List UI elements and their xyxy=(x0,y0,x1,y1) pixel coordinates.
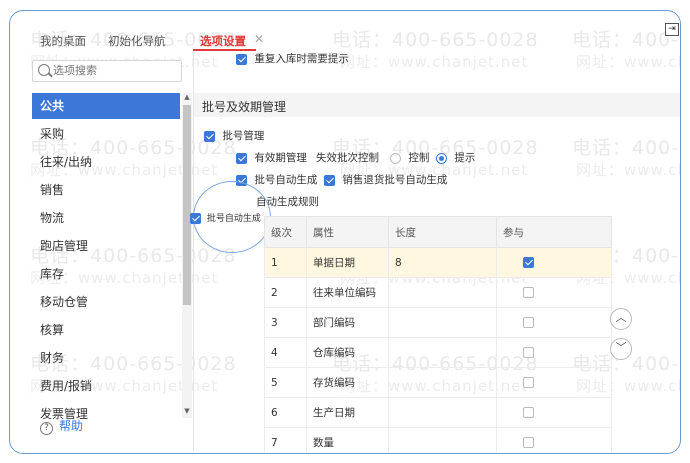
cell-attr: 单据日期 xyxy=(306,247,389,278)
cell-level: 3 xyxy=(264,307,307,338)
cell-level: 5 xyxy=(264,367,307,398)
participate-checkbox[interactable] xyxy=(523,257,534,268)
participate-checkbox[interactable] xyxy=(523,377,534,388)
chevron-down-icon[interactable]: ﹀ xyxy=(610,338,632,360)
cell-length[interactable] xyxy=(388,397,497,428)
sidebar-item-inventory[interactable]: 库存 xyxy=(32,261,180,287)
prompt-radio[interactable] xyxy=(436,152,447,164)
participate-checkbox[interactable] xyxy=(523,317,534,328)
sidebar-item-logistics[interactable]: 物流 xyxy=(32,205,180,231)
control-radio[interactable] xyxy=(390,152,401,164)
cell-attr: 仓库编码 xyxy=(306,337,389,368)
watermark-phone: 电话：400-665-0028 xyxy=(572,137,680,159)
participate-checkbox[interactable] xyxy=(523,347,534,358)
batch-mgmt-checkbox[interactable] xyxy=(204,130,215,142)
checkbox[interactable] xyxy=(236,53,247,65)
zoom-checkbox xyxy=(190,213,201,224)
watermark-site: 网址：www.chanjet.net xyxy=(576,53,681,71)
table-row[interactable]: 2 往来单位编码 xyxy=(264,277,612,308)
sidebar-item-finance[interactable]: 财务 xyxy=(32,345,180,371)
cell-participate xyxy=(496,277,612,308)
sidebar-scrollbar[interactable] xyxy=(182,93,192,418)
option-duplicate-entry[interactable]: 重复入库时需要提示 xyxy=(236,51,349,66)
option-batch-mgmt[interactable]: 批号管理 xyxy=(204,128,264,143)
cell-attr: 往来单位编码 xyxy=(306,277,389,308)
close-icon[interactable]: ✕ xyxy=(254,32,264,46)
expand-icon[interactable]: ⇥ xyxy=(665,23,679,36)
sidebar-item-common[interactable]: 公共 xyxy=(32,93,180,119)
option-control-radio[interactable]: 控制 xyxy=(390,150,429,165)
section-header: 批号及效期管理 xyxy=(194,93,680,117)
invalid-batch-control-label: 失效批次控制 xyxy=(316,152,379,164)
cell-attr: 生产日期 xyxy=(306,397,389,428)
cell-participate xyxy=(496,307,612,338)
help-icon: ? xyxy=(40,422,53,435)
cell-length[interactable] xyxy=(388,427,497,453)
sidebar-item-mobile-warehouse[interactable]: 移动仓管 xyxy=(32,289,180,315)
cell-level: 1 xyxy=(264,247,307,278)
option-prompt-radio[interactable]: 提示 xyxy=(436,150,475,165)
cell-participate xyxy=(496,337,612,368)
table-row[interactable]: 5 存货编码 xyxy=(264,367,612,398)
sidebar-item-purchase[interactable]: 采购 xyxy=(32,121,180,147)
table-row[interactable]: 6 生产日期 xyxy=(264,397,612,428)
zoom-auto-gen: 批号自动生成 xyxy=(190,211,261,224)
option-sales-return[interactable]: 销售退货批号自动生成 xyxy=(324,172,447,187)
sales-return-checkbox[interactable] xyxy=(324,174,335,186)
search-input[interactable] xyxy=(53,61,173,80)
cell-length[interactable] xyxy=(388,367,497,398)
cell-attr: 存货编码 xyxy=(306,367,389,398)
cell-length[interactable]: 8 xyxy=(388,247,497,278)
cell-attr: 部门编码 xyxy=(306,307,389,338)
scrollbar-thumb[interactable] xyxy=(183,105,191,305)
tab-options[interactable]: 选项设置 xyxy=(200,33,246,49)
col-attr: 属性 xyxy=(306,216,389,248)
cell-length[interactable] xyxy=(388,277,497,308)
table-row[interactable]: 7 数量 xyxy=(264,427,612,453)
sidebar-item-accounting[interactable]: 核算 xyxy=(32,317,180,343)
expiry-mgmt-checkbox[interactable] xyxy=(236,152,247,164)
col-level: 级次 xyxy=(264,216,307,248)
option-expiry-mgmt[interactable]: 有效期管理 xyxy=(236,150,307,165)
watermark-site: 网址：www.chanjet.net xyxy=(576,161,681,179)
table-row[interactable]: 3 部门编码 xyxy=(264,307,612,338)
cell-participate xyxy=(496,247,612,278)
sidebar-item-expense[interactable]: 费用/报销 xyxy=(32,373,180,399)
help-label: 帮助 xyxy=(59,419,84,433)
col-length: 长度 xyxy=(388,216,497,248)
cell-level: 6 xyxy=(264,397,307,428)
search-box xyxy=(32,60,182,82)
table-row[interactable]: 1 单据日期 8 xyxy=(264,247,612,278)
tab-bar: 我的桌面 初始化导航 选项设置 ✕ ⇥ xyxy=(10,11,680,51)
chevron-up-icon[interactable]: ︿ xyxy=(610,308,632,330)
section-title: 批号及效期管理 xyxy=(202,100,287,114)
table-header-row: 级次 属性 长度 参与 xyxy=(264,216,612,248)
cell-participate xyxy=(496,367,612,398)
cell-level: 2 xyxy=(264,277,307,308)
options-window: 电话：400-665-0028 电话：400-665-0028 电话：400-6… xyxy=(9,10,681,454)
cell-length[interactable] xyxy=(388,337,497,368)
cell-attr: 数量 xyxy=(306,427,389,453)
sidebar-item-sales[interactable]: 销售 xyxy=(32,177,180,203)
search-icon xyxy=(38,64,50,76)
tab-my-desktop[interactable]: 我的桌面 xyxy=(40,33,86,49)
cell-participate xyxy=(496,427,612,453)
participate-checkbox[interactable] xyxy=(523,287,534,298)
table-row[interactable]: 4 仓库编码 xyxy=(264,337,612,368)
rule-table: 级次 属性 长度 参与 1 单据日期 8 2 往来单位编码 3 部门编码 4 仓… xyxy=(264,216,612,453)
cell-level: 7 xyxy=(264,427,307,453)
col-participate: 参与 xyxy=(496,216,612,248)
watermark-site: 网址：www.chanjet.net xyxy=(340,53,529,71)
chevron-up-icon[interactable]: ▲ xyxy=(182,93,192,103)
sidebar-item-store-visit[interactable]: 跑店管理 xyxy=(32,233,180,259)
cell-level: 4 xyxy=(264,337,307,368)
cell-participate xyxy=(496,397,612,428)
participate-checkbox[interactable] xyxy=(523,437,534,448)
cell-length[interactable] xyxy=(388,307,497,338)
tab-init-nav[interactable]: 初始化导航 xyxy=(108,33,166,49)
sidebar-item-cashier[interactable]: 往来/出纳 xyxy=(32,149,180,175)
help-link[interactable]: ? 帮助 xyxy=(40,417,83,435)
chevron-down-icon[interactable]: ▼ xyxy=(182,407,192,417)
participate-checkbox[interactable] xyxy=(523,407,534,418)
